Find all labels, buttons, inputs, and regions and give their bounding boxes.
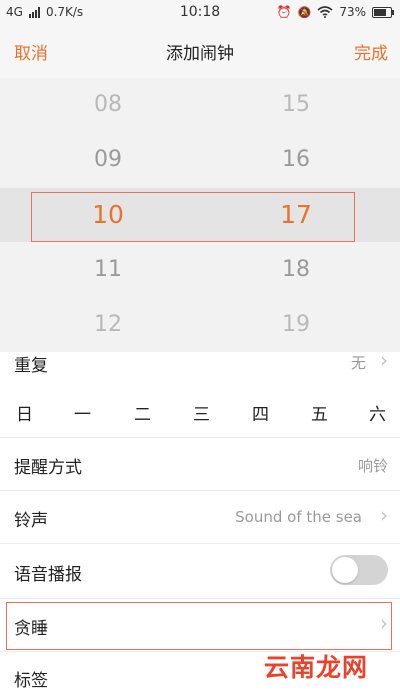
minute-selected[interactable]: 17 (236, 200, 356, 229)
chevron-right-icon: › (380, 503, 388, 527)
weekday-wed[interactable]: 三 (193, 400, 210, 425)
chevron-right-icon: › (380, 348, 388, 372)
minute-option[interactable]: 19 (236, 312, 356, 337)
alarm-icon: ⏰ (276, 5, 292, 19)
weekday-tue[interactable]: 二 (134, 400, 151, 425)
minute-option[interactable]: 15 (236, 92, 356, 117)
repeat-value: 无 (350, 354, 366, 372)
weekday-sat[interactable]: 六 (369, 400, 386, 425)
weekday-sun[interactable]: 日 (16, 400, 33, 425)
title-bar: 取消 添加闹钟 完成 (0, 26, 400, 78)
voice-broadcast-label: 语音播报 (14, 565, 82, 585)
ringtone-value: Sound of the sea (235, 508, 362, 526)
reminder-value: 响铃 (357, 457, 388, 475)
time-picker[interactable]: 08 09 10 11 12 15 16 17 18 19 (0, 78, 400, 352)
hour-selected[interactable]: 10 (48, 200, 168, 229)
ringtone-row[interactable]: 铃声 Sound of the sea › (0, 491, 400, 543)
weekday-thu[interactable]: 四 (252, 400, 269, 425)
hour-option[interactable]: 08 (48, 92, 168, 117)
voice-broadcast-toggle[interactable] (330, 555, 388, 585)
repeat-row[interactable]: 重复 无 › (0, 348, 400, 384)
status-right: ⏰ 🔕 73% (276, 5, 394, 19)
page-title: 添加闹钟 (166, 44, 234, 64)
tag-label: 标签 (14, 671, 48, 691)
battery-icon (372, 6, 394, 18)
snooze-highlight-box (6, 602, 392, 650)
minute-option[interactable]: 18 (236, 257, 356, 282)
mute-icon: 🔕 (297, 5, 312, 19)
reminder-label: 提醒方式 (14, 458, 82, 478)
done-button[interactable]: 完成 (354, 39, 388, 64)
minute-option[interactable]: 16 (236, 147, 356, 172)
weekday-selector: 日 一 二 三 四 五 六 (0, 384, 400, 436)
ringtone-label: 铃声 (14, 511, 48, 531)
hour-option[interactable]: 11 (48, 257, 168, 282)
status-bar: 4G 0.7K/s 10:18 ⏰ 🔕 73% (0, 0, 400, 26)
watermark-logo: 云南龙网 (264, 653, 369, 682)
wifi-icon (317, 6, 333, 18)
weekday-fri[interactable]: 五 (311, 400, 328, 425)
repeat-label: 重复 (14, 356, 48, 376)
reminder-row[interactable]: 提醒方式 响铃 (0, 438, 400, 490)
hour-option[interactable]: 09 (48, 147, 168, 172)
battery-percent: 73% (339, 5, 366, 19)
hour-option[interactable]: 12 (48, 312, 168, 337)
toggle-knob (332, 557, 358, 583)
weekday-mon[interactable]: 一 (74, 400, 91, 425)
